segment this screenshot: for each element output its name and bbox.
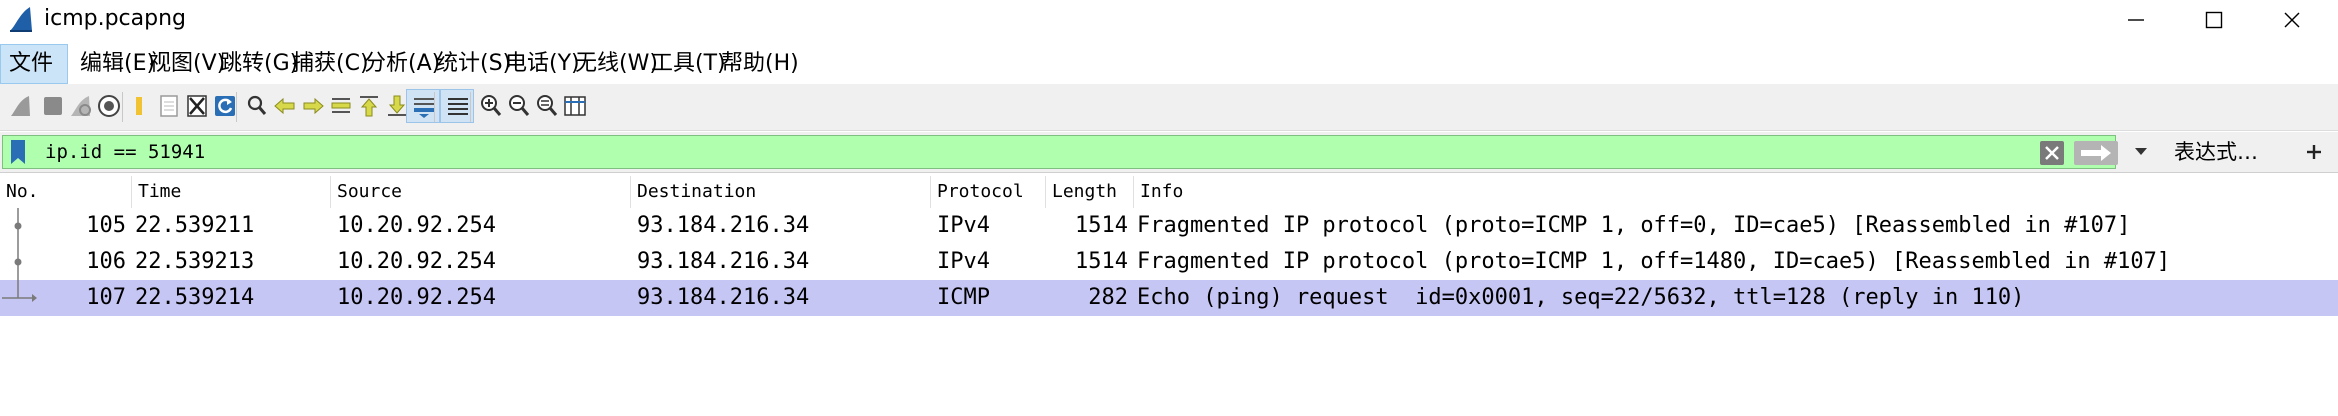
go-forward-icon <box>303 97 324 115</box>
packet-info: Fragmented IP protocol (proto=ICMP 1, of… <box>1137 213 2131 238</box>
window-title: icmp.pcapng <box>44 6 187 31</box>
packet-info: Fragmented IP protocol (proto=ICMP 1, of… <box>1137 249 2171 274</box>
filter-clear-button[interactable] <box>2039 140 2065 166</box>
column-header-destination[interactable]: Destination <box>631 176 931 208</box>
packet-row[interactable]: 106 22.539213 10.20.92.254 93.184.216.34… <box>0 244 2338 280</box>
toolbar-separator <box>236 92 237 122</box>
packet-destination: 93.184.216.34 <box>637 213 810 238</box>
maximize-icon <box>2205 11 2223 29</box>
packet-no: 107 <box>86 285 126 310</box>
display-filter-bar: 表达式… <box>0 132 2338 173</box>
zoom-in-icon <box>481 95 502 116</box>
column-header-source[interactable]: Source <box>331 176 631 208</box>
clear-icon <box>2040 141 2064 165</box>
capture-options-button[interactable] <box>92 89 126 123</box>
go-to-packet-icon <box>331 98 351 113</box>
menu-file[interactable]: 文件(F) <box>0 44 68 114</box>
packet-destination: 93.184.216.34 <box>637 285 810 310</box>
close-icon <box>2284 12 2300 28</box>
toolbar-separator <box>470 92 471 122</box>
packet-no: 105 <box>86 213 126 238</box>
packet-no: 106 <box>86 249 126 274</box>
resize-columns-icon <box>564 96 586 116</box>
plus-icon <box>2307 145 2321 159</box>
packet-source: 10.20.92.254 <box>337 213 496 238</box>
capture-options-icon <box>98 95 120 117</box>
close-button[interactable] <box>2260 0 2324 40</box>
packet-list-header: No. Time Source Destination Protocol Len… <box>0 176 2338 208</box>
packet-time: 22.539213 <box>135 249 255 274</box>
maximize-button[interactable] <box>2182 0 2246 40</box>
arrow-right-icon <box>2074 141 2118 165</box>
colorize-icon <box>448 98 468 115</box>
packet-protocol: ICMP <box>937 285 990 310</box>
open-folder-icon <box>136 97 142 115</box>
minimize-icon <box>2128 19 2144 21</box>
filter-history-dropdown[interactable] <box>2128 137 2154 165</box>
column-header-time[interactable]: Time <box>132 176 331 208</box>
display-filter-field <box>2 135 2119 169</box>
close-file-icon <box>187 95 207 117</box>
find-icon <box>247 95 267 115</box>
stop-icon <box>44 97 62 115</box>
packet-info: Echo (ping) request id=0x0001, seq=22/56… <box>1137 285 2025 310</box>
packet-row-selected[interactable]: 107 22.539214 10.20.92.254 93.184.216.34… <box>0 280 2338 316</box>
packet-row[interactable]: 105 22.539211 10.20.92.254 93.184.216.34… <box>0 208 2338 244</box>
filter-bookmark-button[interactable] <box>3 136 37 168</box>
column-header-protocol[interactable]: Protocol <box>931 176 1046 208</box>
resize-columns-button[interactable] <box>558 89 592 123</box>
packet-destination: 93.184.216.34 <box>637 249 810 274</box>
packet-time: 22.539211 <box>135 213 255 238</box>
packet-length: 282 <box>1088 285 1128 310</box>
add-filter-button[interactable] <box>2298 136 2330 168</box>
related-packet-icon <box>14 244 22 280</box>
menu-help[interactable]: 帮助(H) <box>713 44 807 84</box>
packet-source: 10.20.92.254 <box>337 249 496 274</box>
packet-list: No. Time Source Destination Protocol Len… <box>0 176 2338 416</box>
packet-length: 1514 <box>1075 249 1128 274</box>
zoom-normal-icon <box>537 95 558 116</box>
title-bar: icmp.pcapng <box>0 0 2338 40</box>
column-header-no[interactable]: No. <box>0 176 132 208</box>
packet-source: 10.20.92.254 <box>337 285 496 310</box>
restart-icon <box>71 96 91 116</box>
packet-protocol: IPv4 <box>937 213 990 238</box>
first-packet-icon <box>360 96 378 117</box>
start-capture-button[interactable] <box>4 89 38 123</box>
packet-length: 1514 <box>1075 213 1128 238</box>
shark-start-icon <box>11 96 30 116</box>
menu-bar: 文件(F) 编辑(E) 视图(V) 跳转(G) 捕获(C) 分析(A) 统计(S… <box>0 44 2338 114</box>
column-header-length[interactable]: Length <box>1046 176 1134 208</box>
bookmark-icon <box>11 140 25 164</box>
filter-apply-button[interactable] <box>2073 140 2119 166</box>
reload-icon <box>215 96 235 116</box>
column-header-info[interactable]: Info <box>1134 176 2338 208</box>
minimize-button[interactable] <box>2104 0 2168 40</box>
related-packet-icon <box>14 208 22 244</box>
filter-expression-button[interactable]: 表达式… <box>2166 132 2266 172</box>
packet-protocol: IPv4 <box>937 249 990 274</box>
file-icon <box>160 95 178 117</box>
chevron-down-icon <box>2135 148 2147 155</box>
related-packet-icon <box>2 280 37 302</box>
wireshark-fin-icon <box>8 5 34 33</box>
toolbar-separator <box>434 92 435 122</box>
go-back-icon <box>274 97 295 115</box>
toolbar-separator <box>122 92 123 122</box>
packet-time: 22.539214 <box>135 285 255 310</box>
zoom-out-icon <box>509 95 530 116</box>
main-toolbar <box>0 84 2338 131</box>
display-filter-input[interactable] <box>45 136 2025 168</box>
colorize-button[interactable] <box>440 89 474 123</box>
